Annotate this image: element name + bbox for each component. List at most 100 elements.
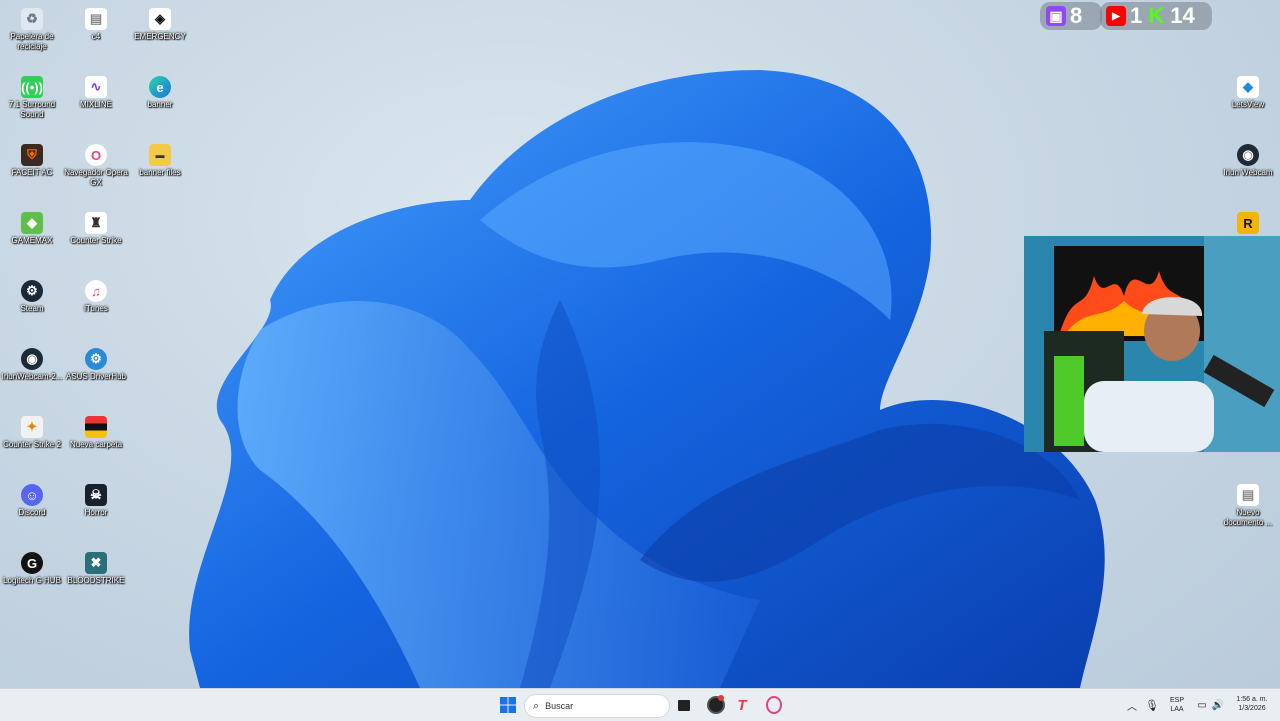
microphone-icon: 🎙 [1145, 699, 1159, 712]
kick-icon: K [1148, 3, 1165, 28]
clock[interactable]: 1:56 a. m. 1/3/2026 [1228, 695, 1276, 713]
taskbar-app-recorder[interactable] [704, 693, 728, 717]
volume-icon: 🔊 [1211, 699, 1225, 711]
desktop-icon-asus-driverhub[interactable]: ⚙ ASUS DriverHub [64, 344, 128, 382]
task-view-button[interactable] [672, 693, 696, 717]
desktop-icon-gamemax[interactable]: ◆ GAMEMAX [0, 208, 64, 246]
kick-count: 14 [1170, 3, 1195, 28]
desktop-icon-itunes[interactable]: ♫ iTunes [64, 276, 128, 314]
desktop-icon-surround-sound[interactable]: ((•)) 7.1 Surround Sound [0, 72, 64, 120]
desktop-icon-label: Counter Strike 2 [3, 440, 61, 449]
desktop-icon-label: Nueva carpeta [69, 440, 123, 449]
cs2-icon: ✦ [21, 416, 43, 438]
chevron-up-icon: ︿ [1127, 701, 1137, 713]
folder-icon: ▬ [149, 144, 171, 166]
desktop-icon-label: GAMEMAX [11, 236, 53, 245]
desktop-icon-horror[interactable]: ☠ Horror [64, 480, 128, 518]
desktop-icon-logitech[interactable]: G Logitech G HUB [0, 548, 64, 586]
clock-time: 1:56 a. m. [1236, 696, 1268, 703]
desktop-icon-label: FACEIT AC [11, 168, 53, 177]
task-view-icon [678, 699, 690, 711]
desktop-icon-label: IriunWebcam-2... [1, 372, 63, 381]
taskbar-app-t[interactable]: T [730, 693, 754, 717]
desktop-icon-label: Nuevo documento ... [1223, 508, 1273, 527]
desktop-icon-iriun-webcam[interactable]: ◉ Iriun Webcam [1216, 140, 1280, 178]
desktop-icon-banner-files[interactable]: ▬ banner files [128, 140, 192, 178]
desktop-icon-steam[interactable]: ⚙ Steam [0, 276, 64, 314]
desktop-icon-iriun-webcam-2[interactable]: ◉ IriunWebcam-2... [0, 344, 64, 382]
youtube-icon: ▶ [1106, 6, 1126, 26]
opera-gx-icon: O [85, 144, 107, 166]
desktop-icon-label: Papelera de reciclaje [10, 32, 54, 51]
steam-icon: ⚙ [21, 280, 43, 302]
youtube-count: 1 [1130, 3, 1143, 28]
folder-icon [85, 416, 107, 438]
desktop-icon-discord[interactable]: ☺ Discord [0, 480, 64, 518]
desktop-icon-opera-gx[interactable]: O Navegador Opera GX [64, 140, 128, 188]
keyboard-layout: LAA [1170, 706, 1184, 713]
webcam-feed [1024, 236, 1280, 452]
emergency-icon: ◈ [149, 8, 171, 30]
webcam-icon: ◉ [21, 348, 43, 370]
desktop-icon-c4[interactable]: ▤ c4 [64, 4, 128, 42]
counter-strike-icon: ♜ [85, 212, 107, 234]
desktop-icon-nuevo-documento[interactable]: ▤ Nuevo documento ... [1216, 480, 1280, 528]
recording-dot-icon [718, 695, 724, 701]
desktop-icon-label: banner files [139, 168, 181, 177]
taskbar-app-opera-gx[interactable] [762, 693, 786, 717]
asus-icon: ⚙ [85, 348, 107, 370]
twitch-count: 8 [1070, 3, 1083, 28]
desktop-icon-label: c4 [91, 32, 101, 41]
twitch-viewer-badge: ▣ 8 [1040, 2, 1102, 30]
desktop-icon-label: Navegador Opera GX [64, 168, 128, 187]
youtube-kick-viewer-badge: ▶ 1 K 14 [1100, 2, 1212, 30]
desktop-icon-label: 7.1 Surround Sound [8, 100, 56, 119]
start-button[interactable] [496, 693, 520, 717]
document-icon: ▤ [1237, 484, 1259, 506]
itunes-icon: ♫ [85, 280, 107, 302]
search-input[interactable]: Buscar [545, 701, 573, 711]
desktop-icon-label: LetsView [1231, 100, 1265, 109]
rockstar-icon: R [1237, 212, 1259, 234]
language-code: ESP [1169, 697, 1184, 704]
desktop-icon-label: Horror [84, 508, 108, 517]
desktop-icon-label: iTunes [84, 304, 108, 313]
desktop-icon-counter-strike[interactable]: ♜ Counter Strike [64, 208, 128, 246]
taskbar-search[interactable]: ⌕ Buscar [524, 694, 670, 718]
speaker-icon: ((•)) [21, 76, 43, 98]
desktop-icon-label: MIXLINE [79, 100, 112, 109]
desktop-icon-bloodstrike[interactable]: ✖ BLOODSTRIKE [64, 548, 128, 586]
opera-gx-icon [766, 696, 782, 714]
desktop-icon-label: banner [147, 100, 173, 109]
search-icon: ⌕ [533, 699, 540, 712]
twitch-icon: ▣ [1046, 6, 1066, 26]
desktop-icon-label: Counter Strike [70, 236, 122, 245]
language-indicator[interactable]: ESP LAA [1166, 696, 1188, 714]
desktop-icon-rockstar[interactable]: R [1216, 208, 1280, 236]
desktop-icon-label: ASUS DriverHub [65, 372, 126, 381]
bloodstrike-icon: ✖ [85, 552, 107, 574]
desktop-icon-label: Iriun Webcam [1223, 168, 1273, 177]
desktop-icon-emergency[interactable]: ◈ EMERGENCY [128, 4, 192, 42]
desktop-icon-nueva-carpeta[interactable]: Nueva carpeta [64, 412, 128, 450]
desktop-icon-mixline[interactable]: ∿ MIXLINE [64, 72, 128, 110]
gamemax-icon: ◆ [21, 212, 43, 234]
webcam-icon: ◉ [1237, 144, 1259, 166]
edge-icon: e [149, 76, 171, 98]
desktop-icon-banner[interactable]: e banner [128, 72, 192, 110]
desktop-icon-recycle-bin[interactable]: ♻ Papelera de reciclaje [0, 4, 64, 52]
letsview-icon: ◆ [1237, 76, 1259, 98]
volume-button[interactable]: 🔊 [1206, 693, 1230, 717]
desktop-icon-letsview[interactable]: ◆ LetsView [1216, 72, 1280, 110]
windows-icon [500, 697, 516, 713]
desktop-icon-faceit[interactable]: ⛨ FACEIT AC [0, 140, 64, 178]
clock-date: 1/3/2026 [1238, 705, 1266, 712]
desktop-icon-label: BLOODSTRIKE [67, 576, 125, 585]
desktop-icon-counter-strike-2[interactable]: ✦ Counter Strike 2 [0, 412, 64, 450]
discord-icon: ☺ [21, 484, 43, 506]
faceit-icon: ⛨ [21, 144, 43, 166]
taskbar: ⌕ Buscar T ︿ 🎙 ESP LAA ▭ 🔊 1:56 a. m. 1/… [0, 688, 1280, 721]
microphone-button[interactable]: 🎙 [1140, 693, 1164, 717]
t-app-icon: T [737, 696, 747, 714]
file-icon: ▤ [85, 8, 107, 30]
